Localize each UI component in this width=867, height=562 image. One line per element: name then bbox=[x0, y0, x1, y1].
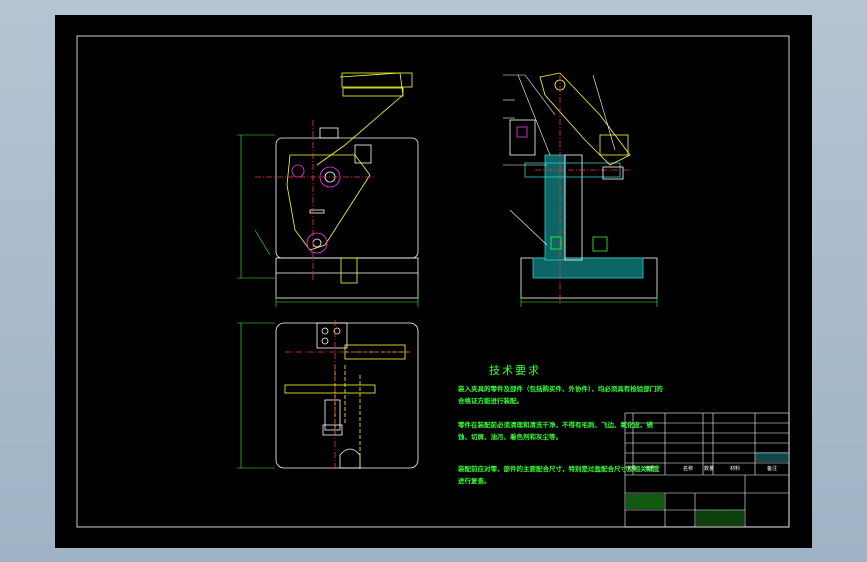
tb-header-remark: 备注 bbox=[767, 466, 778, 472]
outer-frame bbox=[76, 35, 790, 528]
tb-header-name: 名称 bbox=[683, 466, 694, 472]
technical-requirements-title: 技术要求 bbox=[489, 364, 541, 377]
tb-header-material: 材料 bbox=[730, 466, 741, 472]
note-2: 零件在装配前必须清理和清洗干净，不得有毛刺、飞边、氧化皮、锈蚀、切屑、油污、着色… bbox=[458, 421, 653, 441]
tb-header-no: 序号 bbox=[626, 466, 637, 472]
front-view bbox=[255, 72, 419, 299]
note-1: 装入夹具的零件及部件（包括购买件、外协件），均必须具有检验部门的合格证方能进行装… bbox=[458, 385, 663, 405]
tb-header-qty: 数量 bbox=[704, 466, 715, 472]
side-view-dimensions bbox=[520, 293, 658, 307]
side-view bbox=[509, 72, 658, 305]
top-view bbox=[275, 320, 419, 471]
fixture-assembly-drawing bbox=[76, 35, 790, 528]
tb-header-code: 代号 bbox=[645, 466, 656, 472]
top-view-dimensions bbox=[237, 322, 275, 469]
cad-viewer-canvas: 技术要求 装入夹具的零件及部件（包括购买件、外协件），均必须具有检验部门的合格证… bbox=[0, 0, 867, 562]
drawing-sheet: 技术要求 装入夹具的零件及部件（包括购买件、外协件），均必须具有检验部门的合格证… bbox=[55, 15, 812, 548]
front-view-dimensions bbox=[237, 134, 419, 307]
